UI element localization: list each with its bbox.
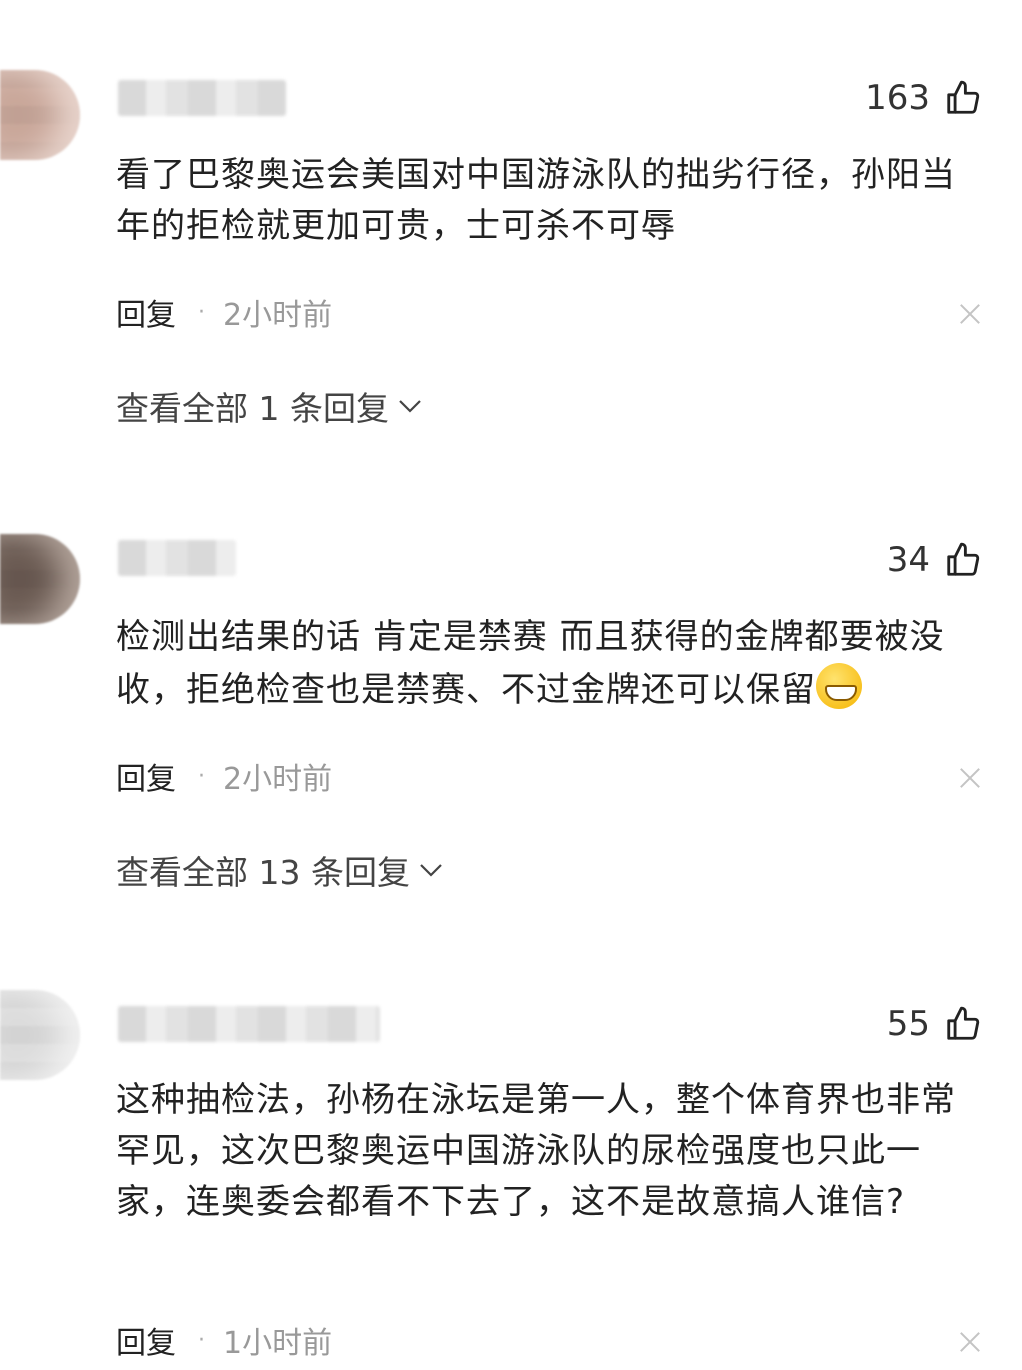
close-icon[interactable] <box>960 768 980 788</box>
view-all-replies-label: 查看全部 1 条回复 <box>116 389 389 428</box>
comment-time: 2小时前 <box>223 762 333 797</box>
view-all-replies-button[interactable]: 查看全部 13 条回复 <box>116 846 444 894</box>
like-count: 55 <box>886 1004 930 1044</box>
chevron-down-icon <box>420 864 442 877</box>
separator-dot: · <box>198 299 205 325</box>
view-all-replies-label: 查看全部 13 条回复 <box>116 853 410 892</box>
thumbs-up-icon <box>947 80 980 114</box>
view-all-replies-button[interactable]: 查看全部 1 条回复 <box>116 382 423 430</box>
comment-meta: 回复 · 2小时前 <box>116 290 332 334</box>
comment-time: 2小时前 <box>223 298 333 333</box>
comment-text: 看了巴黎奥运会美国对中国游泳队的拙劣行径，孙阳当年的拒检就更加可贵，士可杀不可辱 <box>116 155 956 246</box>
username-blurred[interactable] <box>118 540 236 576</box>
comment-time: 1小时前 <box>223 1326 333 1361</box>
close-icon[interactable] <box>960 1332 980 1352</box>
thumbs-up-icon <box>947 542 980 576</box>
close-icon[interactable] <box>960 304 980 324</box>
avatar[interactable] <box>0 70 80 160</box>
comment-text: 这种抽检法，孙杨在泳坛是第一人，整个体育界也非常罕见，这次巴黎奥运中国游泳队的尿… <box>116 1080 956 1222</box>
like-count: 163 <box>865 78 930 118</box>
reply-button[interactable]: 回复 <box>116 1318 176 1362</box>
like-button[interactable]: 34 <box>887 540 982 580</box>
thumbs-up-icon <box>947 1006 980 1040</box>
chevron-down-icon <box>399 400 421 413</box>
avatar[interactable] <box>0 534 80 624</box>
separator-dot: · <box>198 763 205 789</box>
like-count: 34 <box>886 540 930 580</box>
grinning-face-emoji <box>816 663 862 709</box>
separator-dot: · <box>198 1327 205 1353</box>
username-blurred[interactable] <box>118 1006 380 1042</box>
like-button[interactable]: 55 <box>887 1004 982 1044</box>
comment-text: 检测出结果的话 肯定是禁赛 而且获得的金牌都要被没收，拒绝检查也是禁赛、不过金牌… <box>116 612 986 716</box>
comment-meta: 回复 · 1小时前 <box>116 1318 332 1362</box>
reply-button[interactable]: 回复 <box>116 290 176 334</box>
reply-button[interactable]: 回复 <box>116 754 176 798</box>
like-button[interactable]: 163 <box>865 78 982 118</box>
username-blurred[interactable] <box>118 80 286 116</box>
avatar[interactable] <box>0 990 80 1080</box>
comment-meta: 回复 · 2小时前 <box>116 754 332 798</box>
